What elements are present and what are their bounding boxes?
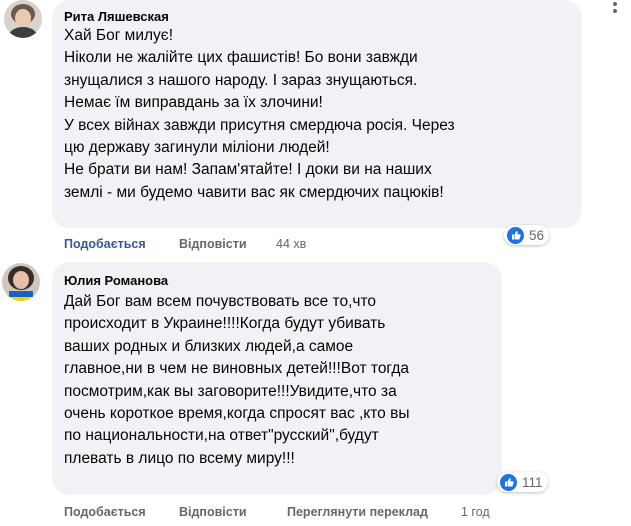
comment-author[interactable]: Рита Ляшевская [64, 9, 169, 24]
see-translation-button[interactable]: Переглянути переклад [287, 505, 428, 519]
comment-time[interactable]: 44 хв [276, 237, 306, 251]
thumbs-up-icon [507, 226, 524, 244]
like-button[interactable]: Подобається [64, 505, 146, 519]
like-button[interactable]: Подобається [64, 237, 146, 251]
comment-text: Хай Бог милує! Ніколи не жалійте цих фаш… [64, 27, 455, 201]
reply-button[interactable]: Відповісти [179, 237, 247, 251]
reaction-count[interactable]: 111 [497, 472, 548, 492]
reaction-count-value: 111 [522, 474, 543, 490]
comment-actions: Подобається Відповісти Переглянути перек… [64, 505, 524, 521]
comment-author[interactable]: Юлия Романова [64, 273, 168, 288]
reaction-count-value: 56 [529, 227, 545, 243]
avatar[interactable] [4, 0, 42, 38]
avatar[interactable] [2, 263, 40, 301]
comment-actions: Подобається Відповісти 44 хв [64, 237, 364, 253]
more-options-icon[interactable] [612, 0, 618, 22]
reply-button[interactable]: Відповісти [179, 505, 247, 519]
reaction-count[interactable]: 56 [504, 225, 550, 245]
thumbs-up-icon [500, 473, 517, 491]
comment-time[interactable]: 1 год [461, 505, 490, 519]
comment-text: Дай Бог вам всем почувствовать все то,чт… [64, 293, 410, 467]
